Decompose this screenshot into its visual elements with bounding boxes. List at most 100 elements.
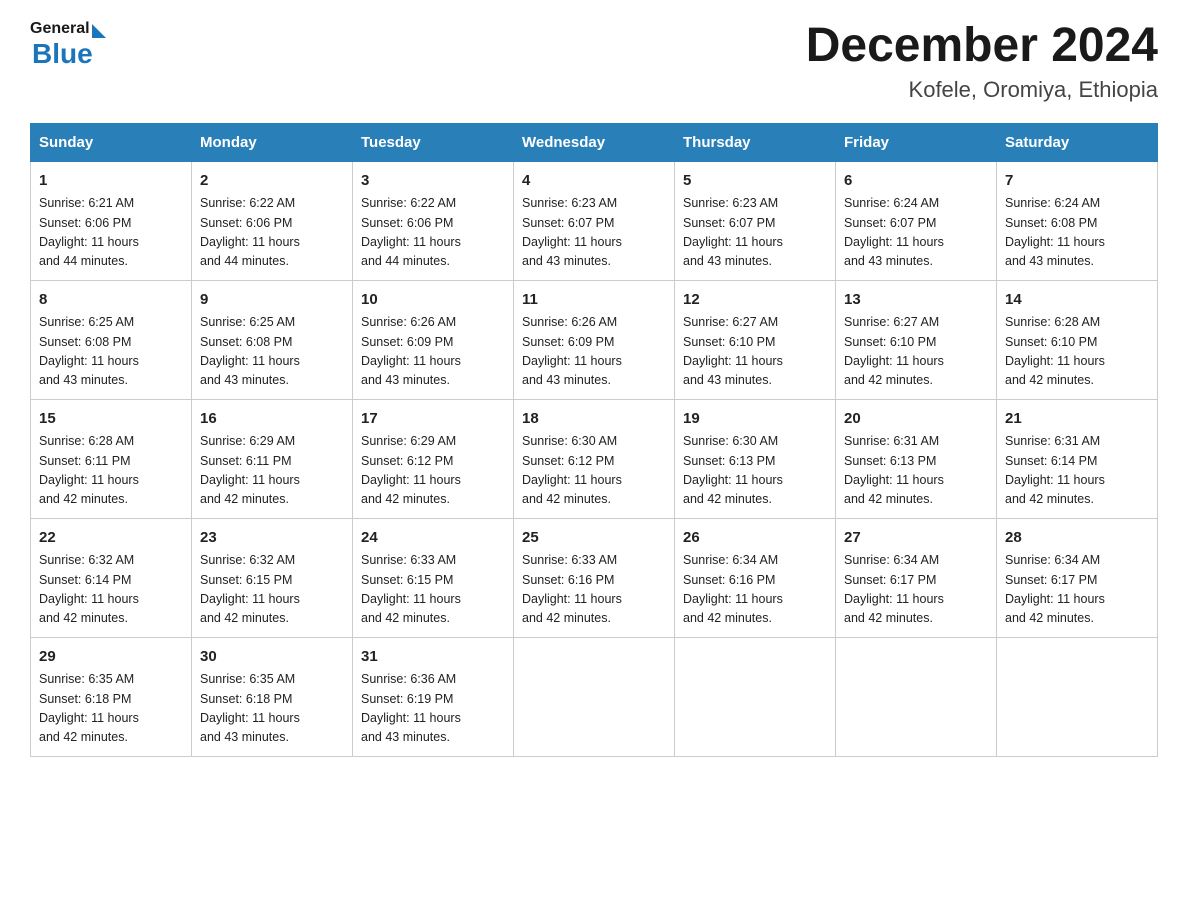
calendar-cell: 9 Sunrise: 6:25 AMSunset: 6:08 PMDayligh… bbox=[192, 280, 353, 399]
calendar-cell: 22 Sunrise: 6:32 AMSunset: 6:14 PMDaylig… bbox=[31, 518, 192, 637]
day-info: Sunrise: 6:30 AMSunset: 6:12 PMDaylight:… bbox=[522, 434, 622, 506]
month-year-title: December 2024 bbox=[806, 20, 1158, 73]
day-number: 27 bbox=[844, 527, 988, 550]
day-number: 24 bbox=[361, 527, 505, 550]
day-number: 7 bbox=[1005, 170, 1149, 193]
day-info: Sunrise: 6:24 AMSunset: 6:08 PMDaylight:… bbox=[1005, 196, 1105, 268]
calendar-cell: 2 Sunrise: 6:22 AMSunset: 6:06 PMDayligh… bbox=[192, 161, 353, 280]
calendar-week-row-1: 1 Sunrise: 6:21 AMSunset: 6:06 PMDayligh… bbox=[31, 161, 1158, 280]
weekday-header-sunday: Sunday bbox=[31, 123, 192, 161]
day-info: Sunrise: 6:32 AMSunset: 6:15 PMDaylight:… bbox=[200, 553, 300, 625]
calendar-cell: 12 Sunrise: 6:27 AMSunset: 6:10 PMDaylig… bbox=[675, 280, 836, 399]
day-number: 5 bbox=[683, 170, 827, 193]
day-info: Sunrise: 6:29 AMSunset: 6:12 PMDaylight:… bbox=[361, 434, 461, 506]
day-number: 8 bbox=[39, 289, 183, 312]
day-number: 28 bbox=[1005, 527, 1149, 550]
day-number: 11 bbox=[522, 289, 666, 312]
calendar-cell bbox=[514, 637, 675, 756]
day-info: Sunrise: 6:27 AMSunset: 6:10 PMDaylight:… bbox=[683, 315, 783, 387]
calendar-cell: 10 Sunrise: 6:26 AMSunset: 6:09 PMDaylig… bbox=[353, 280, 514, 399]
day-number: 23 bbox=[200, 527, 344, 550]
day-number: 14 bbox=[1005, 289, 1149, 312]
calendar-cell: 21 Sunrise: 6:31 AMSunset: 6:14 PMDaylig… bbox=[997, 399, 1158, 518]
calendar-week-row-2: 8 Sunrise: 6:25 AMSunset: 6:08 PMDayligh… bbox=[31, 280, 1158, 399]
day-info: Sunrise: 6:35 AMSunset: 6:18 PMDaylight:… bbox=[39, 672, 139, 744]
day-info: Sunrise: 6:33 AMSunset: 6:16 PMDaylight:… bbox=[522, 553, 622, 625]
calendar-cell: 28 Sunrise: 6:34 AMSunset: 6:17 PMDaylig… bbox=[997, 518, 1158, 637]
day-info: Sunrise: 6:31 AMSunset: 6:13 PMDaylight:… bbox=[844, 434, 944, 506]
calendar-cell bbox=[675, 637, 836, 756]
weekday-header-saturday: Saturday bbox=[997, 123, 1158, 161]
day-info: Sunrise: 6:25 AMSunset: 6:08 PMDaylight:… bbox=[200, 315, 300, 387]
calendar-cell: 23 Sunrise: 6:32 AMSunset: 6:15 PMDaylig… bbox=[192, 518, 353, 637]
day-number: 4 bbox=[522, 170, 666, 193]
day-number: 9 bbox=[200, 289, 344, 312]
calendar-cell: 1 Sunrise: 6:21 AMSunset: 6:06 PMDayligh… bbox=[31, 161, 192, 280]
day-number: 21 bbox=[1005, 408, 1149, 431]
day-info: Sunrise: 6:24 AMSunset: 6:07 PMDaylight:… bbox=[844, 196, 944, 268]
day-number: 18 bbox=[522, 408, 666, 431]
day-info: Sunrise: 6:30 AMSunset: 6:13 PMDaylight:… bbox=[683, 434, 783, 506]
day-info: Sunrise: 6:23 AMSunset: 6:07 PMDaylight:… bbox=[522, 196, 622, 268]
day-info: Sunrise: 6:21 AMSunset: 6:06 PMDaylight:… bbox=[39, 196, 139, 268]
calendar-week-row-4: 22 Sunrise: 6:32 AMSunset: 6:14 PMDaylig… bbox=[31, 518, 1158, 637]
calendar-cell: 15 Sunrise: 6:28 AMSunset: 6:11 PMDaylig… bbox=[31, 399, 192, 518]
day-info: Sunrise: 6:34 AMSunset: 6:16 PMDaylight:… bbox=[683, 553, 783, 625]
day-number: 16 bbox=[200, 408, 344, 431]
calendar-cell: 5 Sunrise: 6:23 AMSunset: 6:07 PMDayligh… bbox=[675, 161, 836, 280]
logo-arrow-icon bbox=[92, 24, 106, 38]
calendar-cell: 25 Sunrise: 6:33 AMSunset: 6:16 PMDaylig… bbox=[514, 518, 675, 637]
calendar-cell: 4 Sunrise: 6:23 AMSunset: 6:07 PMDayligh… bbox=[514, 161, 675, 280]
day-number: 17 bbox=[361, 408, 505, 431]
location-subtitle: Kofele, Oromiya, Ethiopia bbox=[806, 77, 1158, 103]
calendar-cell: 16 Sunrise: 6:29 AMSunset: 6:11 PMDaylig… bbox=[192, 399, 353, 518]
logo-blue-text: Blue bbox=[32, 38, 93, 70]
weekday-header-row: SundayMondayTuesdayWednesdayThursdayFrid… bbox=[31, 123, 1158, 161]
day-info: Sunrise: 6:22 AMSunset: 6:06 PMDaylight:… bbox=[200, 196, 300, 268]
day-number: 26 bbox=[683, 527, 827, 550]
day-number: 30 bbox=[200, 646, 344, 669]
calendar-cell: 3 Sunrise: 6:22 AMSunset: 6:06 PMDayligh… bbox=[353, 161, 514, 280]
weekday-header-friday: Friday bbox=[836, 123, 997, 161]
weekday-header-wednesday: Wednesday bbox=[514, 123, 675, 161]
day-info: Sunrise: 6:35 AMSunset: 6:18 PMDaylight:… bbox=[200, 672, 300, 744]
calendar-cell: 30 Sunrise: 6:35 AMSunset: 6:18 PMDaylig… bbox=[192, 637, 353, 756]
weekday-header-monday: Monday bbox=[192, 123, 353, 161]
calendar-cell: 31 Sunrise: 6:36 AMSunset: 6:19 PMDaylig… bbox=[353, 637, 514, 756]
calendar-cell bbox=[997, 637, 1158, 756]
day-info: Sunrise: 6:36 AMSunset: 6:19 PMDaylight:… bbox=[361, 672, 461, 744]
calendar-cell: 18 Sunrise: 6:30 AMSunset: 6:12 PMDaylig… bbox=[514, 399, 675, 518]
calendar-cell: 24 Sunrise: 6:33 AMSunset: 6:15 PMDaylig… bbox=[353, 518, 514, 637]
calendar-cell: 11 Sunrise: 6:26 AMSunset: 6:09 PMDaylig… bbox=[514, 280, 675, 399]
calendar-cell: 8 Sunrise: 6:25 AMSunset: 6:08 PMDayligh… bbox=[31, 280, 192, 399]
day-number: 13 bbox=[844, 289, 988, 312]
day-number: 29 bbox=[39, 646, 183, 669]
day-number: 15 bbox=[39, 408, 183, 431]
day-number: 6 bbox=[844, 170, 988, 193]
day-info: Sunrise: 6:32 AMSunset: 6:14 PMDaylight:… bbox=[39, 553, 139, 625]
calendar-table: SundayMondayTuesdayWednesdayThursdayFrid… bbox=[30, 123, 1158, 757]
day-number: 19 bbox=[683, 408, 827, 431]
calendar-cell: 6 Sunrise: 6:24 AMSunset: 6:07 PMDayligh… bbox=[836, 161, 997, 280]
weekday-header-tuesday: Tuesday bbox=[353, 123, 514, 161]
logo-general-text: General bbox=[30, 20, 90, 38]
day-info: Sunrise: 6:28 AMSunset: 6:11 PMDaylight:… bbox=[39, 434, 139, 506]
calendar-cell: 14 Sunrise: 6:28 AMSunset: 6:10 PMDaylig… bbox=[997, 280, 1158, 399]
weekday-header-thursday: Thursday bbox=[675, 123, 836, 161]
day-info: Sunrise: 6:33 AMSunset: 6:15 PMDaylight:… bbox=[361, 553, 461, 625]
calendar-cell: 20 Sunrise: 6:31 AMSunset: 6:13 PMDaylig… bbox=[836, 399, 997, 518]
day-info: Sunrise: 6:26 AMSunset: 6:09 PMDaylight:… bbox=[522, 315, 622, 387]
calendar-week-row-3: 15 Sunrise: 6:28 AMSunset: 6:11 PMDaylig… bbox=[31, 399, 1158, 518]
day-info: Sunrise: 6:34 AMSunset: 6:17 PMDaylight:… bbox=[844, 553, 944, 625]
logo: General Blue bbox=[30, 20, 106, 70]
calendar-cell: 19 Sunrise: 6:30 AMSunset: 6:13 PMDaylig… bbox=[675, 399, 836, 518]
calendar-cell: 17 Sunrise: 6:29 AMSunset: 6:12 PMDaylig… bbox=[353, 399, 514, 518]
calendar-cell: 26 Sunrise: 6:34 AMSunset: 6:16 PMDaylig… bbox=[675, 518, 836, 637]
day-number: 2 bbox=[200, 170, 344, 193]
day-info: Sunrise: 6:26 AMSunset: 6:09 PMDaylight:… bbox=[361, 315, 461, 387]
calendar-cell: 29 Sunrise: 6:35 AMSunset: 6:18 PMDaylig… bbox=[31, 637, 192, 756]
day-number: 12 bbox=[683, 289, 827, 312]
day-number: 1 bbox=[39, 170, 183, 193]
day-number: 20 bbox=[844, 408, 988, 431]
day-number: 25 bbox=[522, 527, 666, 550]
